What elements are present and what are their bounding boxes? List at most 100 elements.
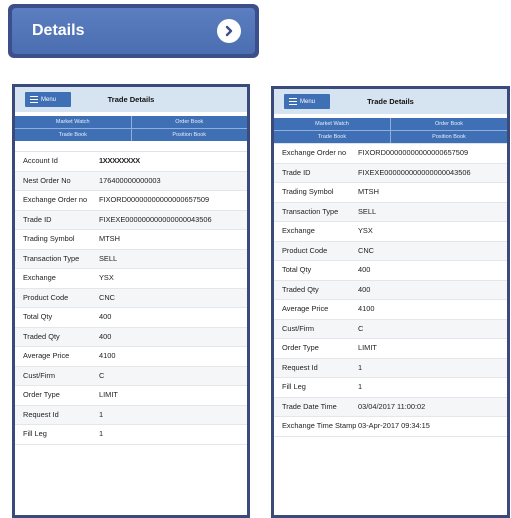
detail-label: Request Id [282,362,318,372]
tab-trade-book[interactable]: Trade Book [274,131,390,143]
detail-value: FIXEXE000000000000000043506 [99,214,212,224]
detail-value: SELL [358,206,377,216]
detail-value: SELL [99,253,118,263]
detail-row: Transaction Type SELL [274,202,507,223]
detail-label: Account Id [23,156,58,165]
detail-label: Fill Leg [282,382,306,392]
details-button[interactable]: Details [8,4,259,58]
nav-tabs: Market Watch Order Book Trade Book Posit… [15,116,247,141]
detail-row: Exchange Time Stamp 03-Apr-2017 09:34:15 [274,417,507,437]
details-list: Exchange Order no FIXORD00000000000000657… [274,143,507,437]
detail-row: Trade ID FIXEXE000000000000000043506 [274,163,507,184]
detail-label: Trade ID [23,214,52,224]
detail-label: Exchange Order no [23,195,88,205]
detail-value: C [99,370,105,380]
tab-order-book[interactable]: Order Book [390,118,507,130]
detail-row: Fill Leg 1 [274,378,507,398]
detail-row: Average Price 4100 [274,300,507,320]
detail-value: LIMIT [99,390,118,400]
detail-value: FIXORD00000000000000657509 [358,148,469,157]
detail-value: MTSH [358,187,379,197]
detail-row: Fill Leg 1 [15,425,247,445]
details-button-face[interactable]: Details [12,8,255,54]
detail-row: Total Qty 400 [15,308,247,328]
detail-value: LIMIT [358,343,377,353]
tab-trade-book[interactable]: Trade Book [15,129,131,141]
hamburger-icon [289,98,297,105]
detail-row: Trading Symbol MTSH [274,183,507,203]
detail-value: CNC [99,292,116,302]
title-bar: Menu Trade Details [15,87,247,112]
detail-label: Trade Date Time [282,401,337,411]
detail-value: MTSH [99,234,120,244]
detail-row: Exchange Order no FIXORD00000000000000657… [274,144,507,164]
detail-row: Trade Date Time 03/04/2017 11:00:02 [274,397,507,418]
detail-label: Transaction Type [23,253,80,263]
detail-label: Total Qty [23,312,53,322]
tab-market-watch[interactable]: Market Watch [274,118,390,130]
hamburger-icon [30,96,38,103]
detail-row: Order Type LIMIT [274,339,507,359]
detail-row: Total Qty 400 [274,261,507,281]
detail-row: Transaction Type SELL [15,249,247,270]
menu-label: Menu [300,98,316,105]
detail-label: Order Type [23,390,60,400]
detail-label: Cust/Firm [282,323,315,333]
detail-label: Product Code [282,245,328,255]
detail-row: Request Id 1 [274,358,507,379]
detail-label: Request Id [23,409,59,419]
detail-row: Order Type LIMIT [15,386,247,406]
detail-label: Exchange Time Stamp [282,421,357,431]
detail-row: Cust/Firm C [274,319,507,340]
detail-row: Exchange YSX [274,222,507,242]
detail-row: Product Code CNC [274,241,507,262]
detail-value: 1 [358,382,363,392]
detail-row: Exchange YSX [15,269,247,289]
detail-value: 400 [358,265,371,275]
detail-row: Traded Qty 400 [274,280,507,301]
detail-label: Transaction Type [282,206,339,216]
detail-value: 03/04/2017 11:00:02 [358,401,426,411]
tab-position-book[interactable]: Position Book [130,129,248,141]
detail-value: 03-Apr-2017 09:34:15 [358,421,430,431]
detail-value: 4100 [358,304,375,314]
tab-order-book[interactable]: Order Book [130,116,248,128]
detail-value: YSX [358,226,373,236]
detail-value: FIXEXE000000000000000043506 [358,167,471,177]
trade-details-screen-right: Menu Trade Details Market Watch Order Bo… [271,86,510,518]
detail-value: 400 [99,312,112,322]
menu-button[interactable]: Menu [25,92,71,107]
detail-row: Traded Qty 400 [15,327,247,348]
menu-button[interactable]: Menu [284,94,330,109]
detail-label: Cust/Firm [23,370,56,380]
menu-label: Menu [41,96,57,103]
detail-row: Trading Symbol MTSH [15,230,247,250]
detail-label: Exchange Order no [282,148,347,157]
detail-label: Trade ID [282,167,311,177]
detail-value: FIXORD00000000000000657509 [99,195,210,205]
tab-market-watch[interactable]: Market Watch [15,116,131,128]
title-bar: Menu Trade Details [274,89,507,114]
detail-label: Trading Symbol [282,187,334,197]
chevron-right-icon[interactable] [217,19,241,43]
detail-value: 400 [99,331,112,341]
detail-value: 176400000000003 [99,175,161,185]
tab-position-book[interactable]: Position Book [390,131,507,143]
detail-row: Average Price 4100 [15,347,247,367]
detail-value: 1XXXXXXXX [99,156,140,165]
nav-tabs: Market Watch Order Book Trade Book Posit… [274,118,507,143]
detail-label: Exchange [23,273,56,283]
detail-label: Total Qty [282,265,312,275]
detail-label: Traded Qty [23,331,60,341]
details-list: Account Id 1XXXXXXXX Nest Order No 17640000… [15,151,247,445]
detail-row: Cust/Firm C [15,366,247,387]
detail-value: 1 [358,362,363,372]
detail-label: Fill Leg [23,429,47,439]
detail-value: YSX [99,273,114,283]
detail-row: Account Id 1XXXXXXXX [15,152,247,172]
detail-label: Order Type [282,343,319,353]
detail-value: 1 [99,429,104,439]
trade-details-screen-left: Menu Trade Details Market Watch Order Bo… [12,84,250,518]
detail-row: Product Code CNC [15,288,247,309]
detail-row: Request Id 1 [15,405,247,426]
